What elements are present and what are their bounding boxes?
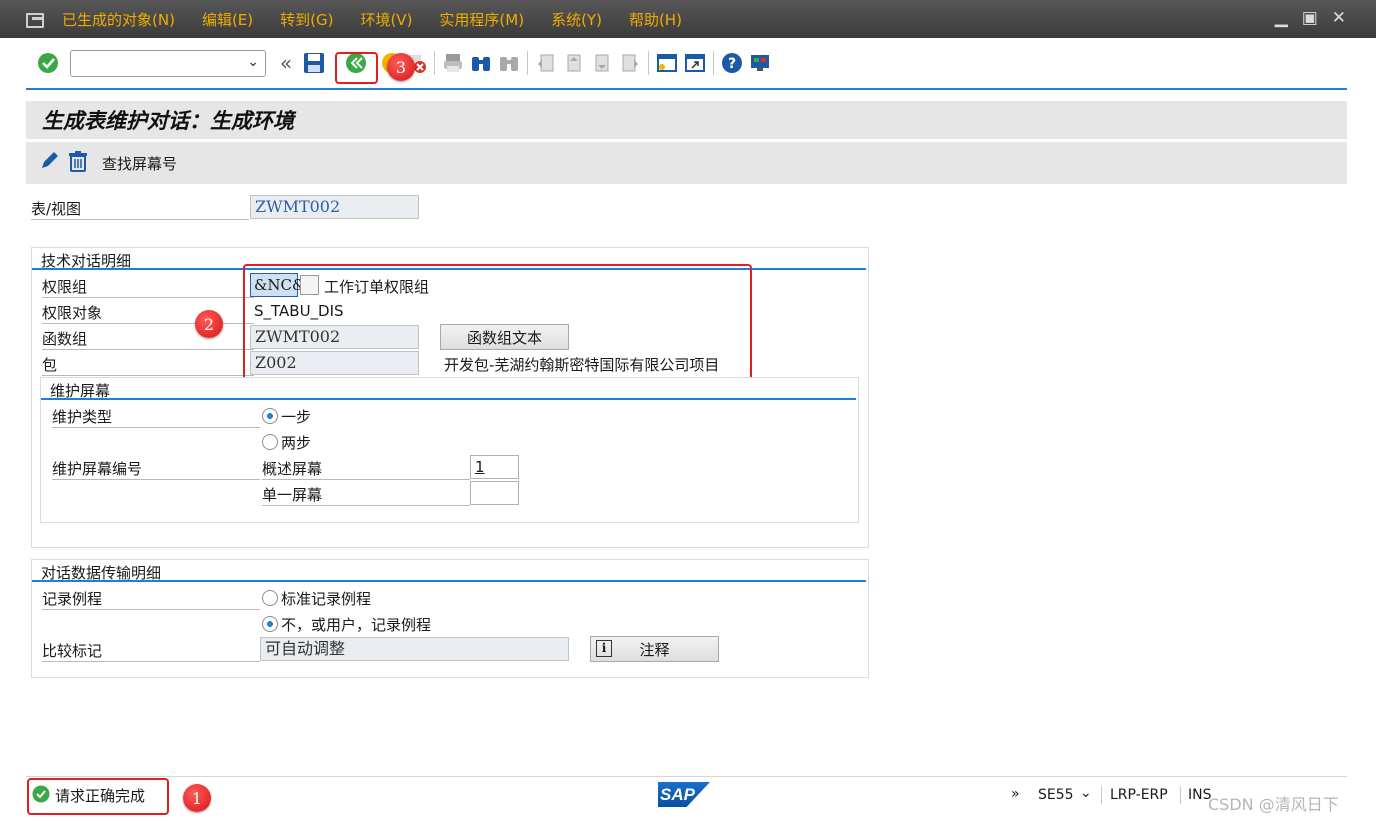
table-view-label: 表/视图: [31, 198, 249, 220]
table-view-field[interactable]: ZWMT002: [250, 195, 419, 219]
standard-toolbar: ⌄ « ?: [0, 38, 1376, 88]
toolbar-divider: [26, 88, 1347, 90]
command-input[interactable]: [75, 50, 245, 75]
group-divider: [32, 580, 866, 582]
single-screen-input[interactable]: [470, 481, 519, 505]
title-bar: 生成表维护对话：生成环境: [26, 101, 1347, 139]
maint-type-label: 维护类型: [52, 406, 260, 428]
function-group-label: 函数组: [42, 328, 254, 350]
toolbar-separator: [713, 51, 714, 75]
chevron-down-icon[interactable]: ⌄: [247, 54, 259, 70]
sap-logo: SAP: [658, 782, 710, 807]
group-divider: [41, 398, 856, 400]
toolbar-separator: [434, 51, 435, 75]
compare-flag-label: 比较标记: [42, 640, 260, 662]
status-tcode[interactable]: SE55: [1038, 787, 1074, 803]
prev-page-icon[interactable]: [560, 49, 588, 77]
annotation-badge-3: 3: [387, 53, 415, 81]
no-routine-radio[interactable]: [262, 616, 278, 632]
status-system: LRP-ERP: [1110, 787, 1168, 803]
trash-icon[interactable]: [66, 149, 90, 177]
two-step-radio[interactable]: [262, 434, 278, 450]
menu-environment[interactable]: 环境(V): [360, 9, 412, 30]
new-session-icon[interactable]: [653, 49, 681, 77]
menu-edit[interactable]: 编辑(E): [202, 9, 253, 30]
watermark-text: CSDN @清风日下: [1208, 795, 1339, 814]
menu-help[interactable]: 帮助(H): [629, 9, 682, 30]
note-button[interactable]: i 注释: [590, 636, 719, 662]
svg-text:?: ?: [728, 56, 736, 72]
save-icon[interactable]: [300, 49, 328, 77]
annotation-badge-1: 1: [183, 784, 211, 812]
overview-screen-label: 概述屏幕: [262, 458, 470, 480]
print-icon[interactable]: [439, 49, 467, 77]
find-icon[interactable]: [467, 49, 495, 77]
no-routine-label: 不，或用户，记录例程: [281, 616, 432, 634]
menu-goto[interactable]: 转到(G): [280, 9, 333, 30]
collapse-icon[interactable]: «: [272, 49, 300, 77]
overview-screen-input[interactable]: 1: [470, 455, 519, 479]
maximize-icon[interactable]: ▣: [1302, 8, 1318, 28]
highlight-back-button: [335, 52, 378, 84]
close-icon[interactable]: ✕: [1332, 8, 1346, 28]
compare-flag-field[interactable]: 可自动调整: [260, 637, 569, 661]
first-page-icon[interactable]: [532, 49, 560, 77]
chevron-down-icon[interactable]: ⌄: [1080, 785, 1092, 801]
one-step-radio[interactable]: [262, 408, 278, 424]
standard-routine-label: 标准记录例程: [281, 590, 372, 608]
window-controls: ▁ ▣ ✕: [1275, 8, 1346, 28]
annotation-badge-2: 2: [195, 310, 223, 338]
toolbar-separator: [648, 51, 649, 75]
info-icon: i: [596, 640, 612, 657]
recording-routine-label: 记录例程: [42, 588, 260, 610]
application-toolbar: 查找屏幕号: [26, 142, 1347, 184]
status-expand-icon[interactable]: »: [1011, 786, 1020, 802]
two-step-label: 两步: [281, 434, 312, 452]
customize-icon[interactable]: [746, 49, 774, 77]
standard-routine-radio[interactable]: [262, 590, 278, 606]
last-page-icon[interactable]: [616, 49, 644, 77]
statusbar-divider: [26, 776, 1347, 777]
highlight-tech-details: [243, 264, 752, 383]
menu-system[interactable]: 系统(Y): [551, 9, 602, 30]
minimize-icon[interactable]: ▁: [1275, 8, 1288, 28]
status-separator: [1101, 786, 1102, 804]
check-icon[interactable]: [34, 49, 62, 77]
screen-number-label: 维护屏幕编号: [52, 458, 260, 480]
one-step-label: 一步: [281, 408, 312, 426]
find-screen-button[interactable]: 查找屏幕号: [102, 153, 177, 174]
menu-utilities[interactable]: 实用程序(M): [439, 9, 524, 30]
next-page-icon[interactable]: [588, 49, 616, 77]
single-screen-label: 单一屏幕: [262, 484, 470, 506]
command-field[interactable]: ⌄: [70, 49, 266, 77]
status-separator: [1180, 786, 1181, 804]
app-menu-icon[interactable]: [26, 11, 48, 28]
page-title: 生成表维护对话：生成环境: [42, 108, 294, 133]
shortcut-icon[interactable]: [681, 49, 709, 77]
auth-group-label: 权限组: [42, 276, 254, 298]
package-label: 包: [42, 354, 254, 376]
find-next-icon[interactable]: [495, 49, 523, 77]
pencil-icon[interactable]: [38, 150, 60, 176]
menu-generated-objects[interactable]: 已生成的对象(N): [62, 9, 175, 30]
highlight-status-message: [27, 778, 169, 815]
note-button-label: 注释: [639, 640, 670, 659]
toolbar-separator: [527, 51, 528, 75]
help-icon[interactable]: ?: [718, 49, 746, 77]
menu-bar: 已生成的对象(N) 编辑(E) 转到(G) 环境(V) 实用程序(M) 系统(Y…: [0, 0, 1376, 38]
